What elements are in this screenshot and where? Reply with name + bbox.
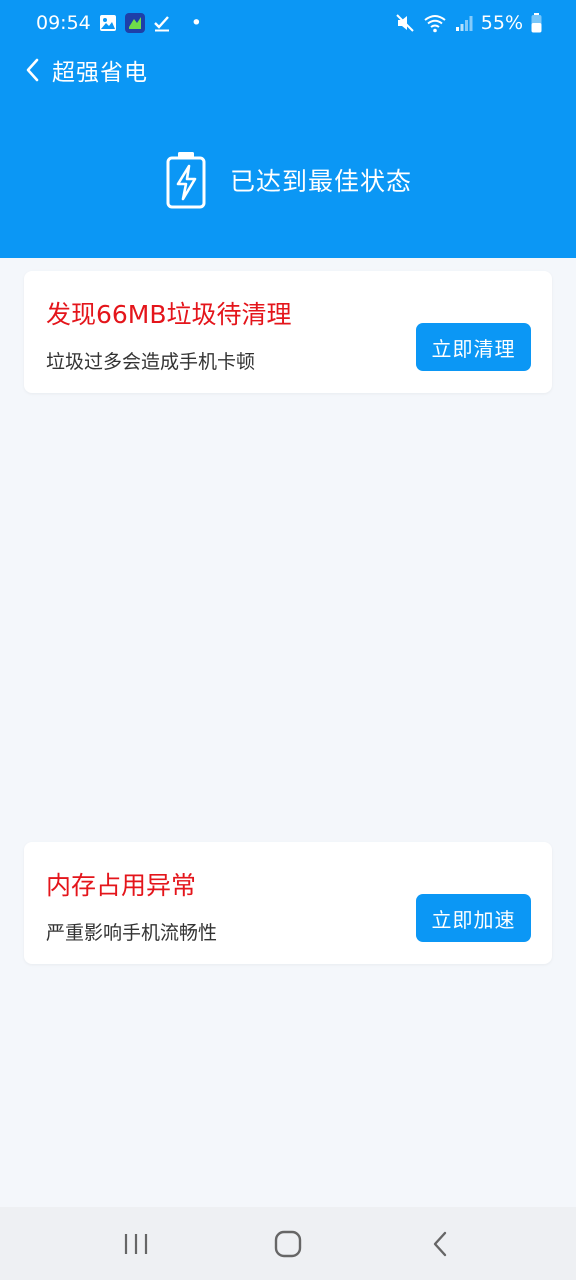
back-arrow-icon (433, 1231, 447, 1256)
back-button[interactable] (18, 50, 46, 90)
page-title: 超强省电 (52, 60, 148, 86)
header: 09:54 • 55% 超强省电 已达到最佳状态 (0, 0, 576, 258)
junk-card-title: 发现66MB垃圾待清理 (46, 300, 292, 329)
signal-icon (455, 14, 473, 32)
home-button[interactable] (248, 1214, 328, 1274)
title-bar: 超强省电 (0, 46, 576, 94)
status-bar: 09:54 • 55% (0, 0, 576, 46)
battery-icon (531, 13, 542, 33)
memory-card-title: 内存占用异常 (46, 871, 197, 900)
status-dot: • (190, 12, 202, 34)
app-notification-icon (124, 13, 145, 33)
junk-clean-card: 发现66MB垃圾待清理 垃圾过多会造成手机卡顿 立即清理 (24, 271, 552, 393)
chevron-left-icon (26, 58, 39, 82)
clean-now-button[interactable]: 立即清理 (416, 323, 531, 371)
recent-apps-button[interactable] (96, 1214, 176, 1274)
battery-charging-icon (166, 152, 206, 209)
home-icon (274, 1230, 302, 1257)
hero-status-text: 已达到最佳状态 (229, 167, 412, 196)
battery-percent: 55% (480, 12, 523, 34)
memory-card-subtitle: 严重影响手机流畅性 (46, 922, 218, 944)
system-nav-bar (0, 1207, 576, 1280)
memory-boost-card: 内存占用异常 严重影响手机流畅性 立即加速 (24, 842, 552, 964)
check-icon (153, 14, 171, 32)
mute-icon (395, 13, 415, 33)
junk-card-subtitle: 垃圾过多会造成手机卡顿 (46, 351, 256, 373)
boost-now-button[interactable]: 立即加速 (416, 894, 531, 942)
wifi-icon (423, 13, 447, 33)
status-time: 09:54 (36, 12, 91, 34)
hero-status: 已达到最佳状态 (0, 148, 576, 212)
nav-back-button[interactable] (400, 1214, 480, 1274)
recent-apps-icon (124, 1233, 148, 1254)
gallery-icon (99, 14, 117, 32)
